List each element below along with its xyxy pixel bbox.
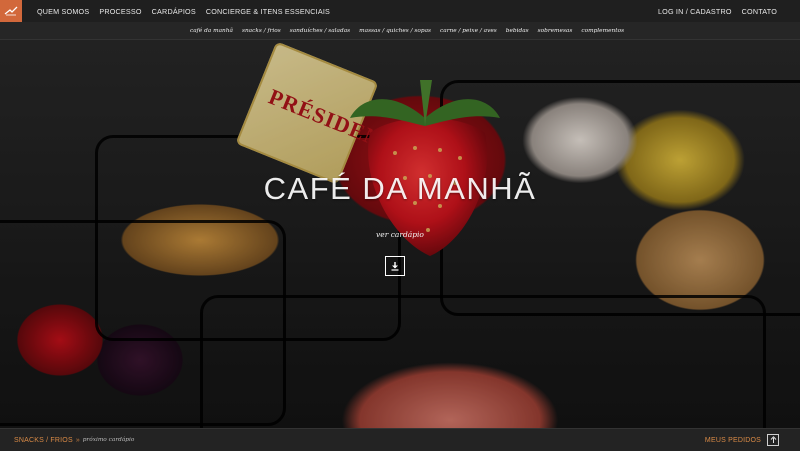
menu-category-nav: café da manhã snacks / frios sanduíches … <box>0 22 800 40</box>
category-complementos[interactable]: complementos <box>581 28 624 34</box>
scroll-down-button[interactable] <box>385 256 405 276</box>
category-cafe-da-manha[interactable]: café da manhã <box>190 28 233 34</box>
nav-cardapios[interactable]: CARDÁPIOS <box>152 7 196 16</box>
category-massas-quiches-sopas[interactable]: massas / quiches / sopas <box>359 28 431 34</box>
arrow-down-icon <box>391 262 399 271</box>
next-menu-link[interactable]: SNACKS / FRIOS » próximo cardápio <box>14 429 134 451</box>
breadcrumb-separator: » <box>75 436 80 444</box>
hero-title: CAFÉ DA MANHÃ <box>263 171 537 206</box>
nav-concierge[interactable]: CONCIERGE & ITENS ESSENCIAIS <box>206 7 330 16</box>
bottom-bar: SNACKS / FRIOS » próximo cardápio MEUS P… <box>0 428 800 451</box>
logo-icon[interactable] <box>0 0 22 22</box>
nav-processo[interactable]: PROCESSO <box>99 7 141 16</box>
nav-login[interactable]: LOG IN / CADASTRO <box>658 7 732 16</box>
nav-contato[interactable]: CONTATO <box>742 7 777 16</box>
orders-toggle-button[interactable] <box>767 434 779 446</box>
my-orders-link[interactable]: MEUS PEDIDOS <box>705 437 761 444</box>
category-carne-peixe-aves[interactable]: carne / peixe / aves <box>440 28 497 34</box>
hero-banner: PRÉSIDENT CAFÉ DA MANHÃ ver cardápio <box>0 40 800 428</box>
arrow-up-icon <box>770 436 776 443</box>
main-nav: QUEM SOMOS PROCESSO CARDÁPIOS CONCIERGE … <box>37 0 330 22</box>
account-nav: LOG IN / CADASTRO CONTATO <box>658 0 777 22</box>
next-menu-label: próximo cardápio <box>82 437 135 443</box>
category-bebidas[interactable]: bebidas <box>506 28 529 34</box>
top-navigation-bar: QUEM SOMOS PROCESSO CARDÁPIOS CONCIERGE … <box>0 0 800 23</box>
category-snacks-frios[interactable]: snacks / frios <box>242 28 281 34</box>
nav-quem-somos[interactable]: QUEM SOMOS <box>37 7 89 16</box>
category-sobremesas[interactable]: sobremesas <box>538 28 573 34</box>
orders-area: MEUS PEDIDOS <box>705 429 779 451</box>
category-sanduiches-saladas[interactable]: sanduíches / saladas <box>290 28 350 34</box>
hero-subtitle-link[interactable]: ver cardápio <box>0 230 800 239</box>
next-menu-category[interactable]: SNACKS / FRIOS <box>14 437 73 444</box>
